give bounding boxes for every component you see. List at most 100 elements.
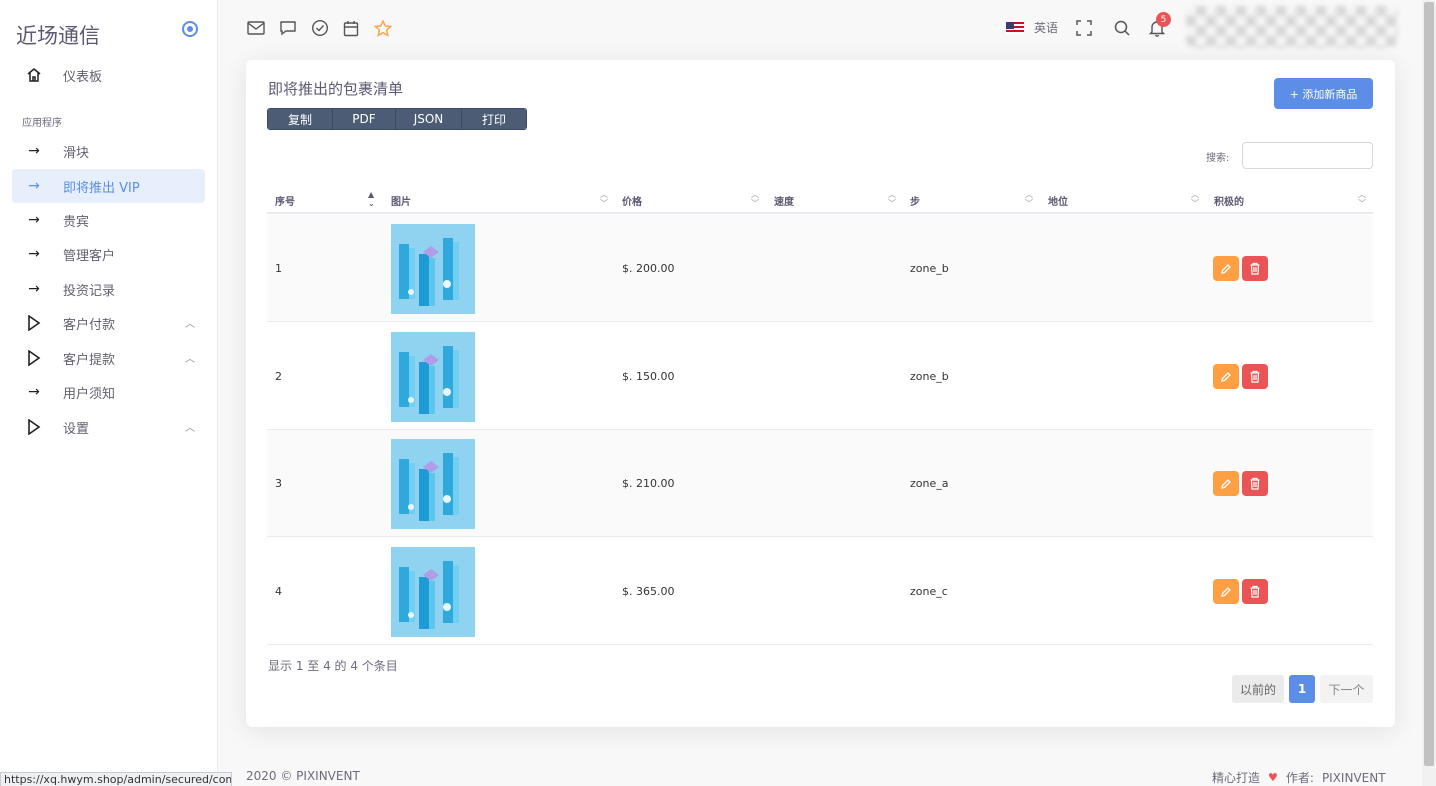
column-header-image[interactable]: 图片 — [391, 193, 411, 208]
mail-icon[interactable] — [247, 19, 265, 37]
star-icon[interactable] — [374, 19, 392, 37]
export-button-group: 复制 PDF JSON 打印 — [267, 108, 527, 130]
print-button[interactable]: 打印 — [462, 109, 526, 129]
column-header-status[interactable]: 地位 — [1048, 193, 1068, 208]
sidebar-section-title: 应用程序 — [22, 118, 62, 129]
sidebar-item-dashboard[interactable]: 仪表板 — [12, 58, 205, 92]
sidebar-item-label: 用户须知 — [63, 386, 116, 402]
row-step: zone_c — [910, 585, 948, 598]
check-circle-icon[interactable] — [311, 19, 329, 37]
scrollbar-thumb[interactable] — [1424, 2, 1434, 766]
pagination-info: 显示 1 至 4 的 4 个条目 — [268, 659, 398, 673]
sort-asc-icon[interactable]: ▲ ⌄ — [368, 190, 375, 208]
calendar-icon[interactable] — [342, 19, 360, 37]
edit-button[interactable] — [1213, 256, 1239, 281]
table-row: 3 $. 210.00 zone_a — [267, 430, 1373, 537]
chevron-up-icon: ︿ — [185, 423, 195, 434]
row-id: 3 — [275, 477, 282, 490]
trash-icon — [1250, 477, 1260, 490]
pagination-page-button[interactable]: 1 — [1289, 675, 1315, 703]
column-header-step[interactable]: 步 — [910, 193, 920, 208]
sidebar-item-label: 滑块 — [63, 145, 90, 161]
sidebar-item-slider[interactable]: → 滑块 — [12, 134, 205, 168]
pencil-icon — [1221, 478, 1231, 489]
sidebar-item-vip[interactable]: → 贵宾 — [12, 203, 205, 237]
footer-author[interactable]: PIXINVENT — [1322, 771, 1386, 785]
edit-button[interactable] — [1213, 471, 1239, 496]
trash-icon — [1250, 262, 1260, 275]
package-image — [391, 224, 475, 314]
arrow-right-icon: → — [28, 178, 40, 194]
sidebar-item-customer-withdrawals[interactable]: 客户提款 ︿ — [12, 341, 205, 375]
row-price: $. 365.00 — [622, 585, 675, 598]
column-header-speed[interactable]: 速度 — [774, 193, 794, 208]
copy-button[interactable]: 复制 — [268, 109, 333, 129]
sort-icon[interactable]: ︿ ﹀ — [1358, 190, 1366, 208]
fullscreen-icon[interactable] — [1075, 19, 1093, 37]
column-header-id[interactable]: 序号 — [275, 193, 295, 208]
pdf-button[interactable]: PDF — [333, 109, 396, 129]
search-input[interactable] — [1242, 142, 1373, 169]
package-image — [391, 332, 475, 422]
language-label: 英语 — [1034, 21, 1059, 35]
row-step: zone_a — [910, 477, 949, 490]
language-selector[interactable]: 英语 — [1006, 19, 1058, 36]
sidebar-item-label: 客户提款 — [63, 352, 116, 368]
arrow-right-icon: → — [28, 212, 40, 228]
sidebar-item-label: 贵宾 — [63, 214, 90, 230]
search-icon[interactable] — [1113, 19, 1131, 37]
delete-button[interactable] — [1242, 256, 1268, 281]
sort-icon[interactable]: ︿ ﹀ — [1025, 190, 1033, 208]
sidebar-toggle-icon[interactable] — [182, 21, 198, 37]
row-step: zone_b — [910, 262, 949, 275]
row-price: $. 200.00 — [622, 262, 675, 275]
sidebar-item-settings[interactable]: 设置 ︿ — [12, 410, 205, 444]
delete-button[interactable] — [1242, 471, 1268, 496]
column-header-actions[interactable]: 积极的 — [1214, 193, 1244, 208]
chevron-up-icon: ︿ — [185, 354, 195, 365]
sidebar-item-coming-vip[interactable]: → 即将推出 VIP — [12, 169, 205, 203]
sort-icon[interactable]: ︿ ﹀ — [751, 190, 759, 208]
user-avatar-blurred[interactable] — [1186, 6, 1398, 48]
pencil-icon — [1221, 263, 1231, 274]
package-image — [391, 439, 475, 529]
sort-icon[interactable]: ︿ ﹀ — [1191, 190, 1199, 208]
arrow-right-icon: → — [28, 246, 40, 262]
sidebar-item-label: 设置 — [63, 421, 90, 437]
pencil-icon — [1221, 371, 1231, 382]
sidebar-item-label: 管理客户 — [63, 248, 116, 264]
sidebar-item-label: 客户付款 — [63, 317, 116, 333]
delete-button[interactable] — [1242, 579, 1268, 604]
us-flag-icon — [1006, 21, 1024, 34]
pagination-next-button[interactable]: 下一个 — [1320, 675, 1373, 703]
status-bar-url: https://xq.hwym.shop/admin/secured/comin… — [0, 772, 232, 786]
chevron-up-icon: ︿ — [185, 319, 195, 330]
sort-icon[interactable]: ︿ ﹀ — [600, 190, 608, 208]
row-id: 1 — [275, 262, 282, 275]
json-button[interactable]: JSON — [396, 109, 462, 129]
package-list-card: 即将推出的包裹清单 复制 PDF JSON 打印 + 添加新商品 搜索: 序号 … — [246, 60, 1395, 727]
sidebar-item-manage-customers[interactable]: → 管理客户 — [12, 237, 205, 271]
edit-button[interactable] — [1213, 364, 1239, 389]
sort-icon[interactable]: ︿ ﹀ — [888, 190, 896, 208]
chat-icon[interactable] — [279, 19, 297, 37]
table-header: 序号 ▲ ⌄ 图片 ︿ ﹀ 价格 ︿ ﹀ 速度 ︿ ﹀ 步 ︿ ﹀ 地位 ︿ ﹀ 积极的 ︿… — [267, 186, 1373, 214]
brand-title[interactable]: 近场通信 — [16, 20, 100, 50]
pagination-prev-button[interactable]: 以前的 — [1232, 675, 1284, 703]
sidebar-item-customer-payments[interactable]: 客户付款 ︿ — [12, 306, 205, 340]
column-header-price[interactable]: 价格 — [622, 193, 642, 208]
footer-made-with: 精心打造 — [1212, 771, 1261, 785]
sidebar-item-label: 仪表板 — [63, 69, 103, 85]
sidebar-item-user-notice[interactable]: → 用户须知 — [12, 375, 205, 409]
arrow-right-icon: → — [28, 281, 40, 297]
edit-button[interactable] — [1213, 579, 1239, 604]
row-id: 4 — [275, 585, 282, 598]
sidebar-item-investment-records[interactable]: → 投资记录 — [12, 272, 205, 306]
play-outline-icon — [24, 350, 44, 366]
page-scrollbar[interactable] — [1422, 0, 1436, 786]
add-product-button[interactable]: + 添加新商品 — [1274, 78, 1373, 109]
delete-button[interactable] — [1242, 364, 1268, 389]
trash-icon — [1250, 585, 1260, 598]
heart-icon: ♥ — [1268, 771, 1278, 784]
table-row: 1 $. 200.00 zone_b — [267, 215, 1373, 322]
